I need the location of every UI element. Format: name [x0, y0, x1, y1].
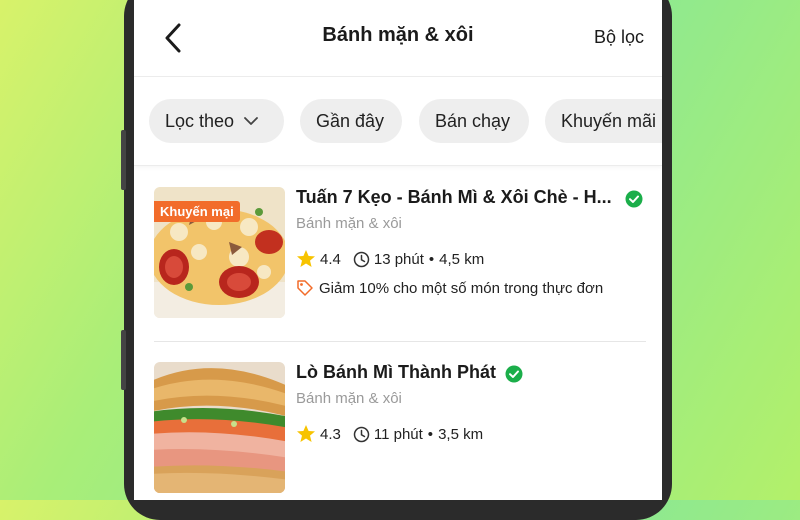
promotion-text-row: Giảm 10% cho một số món trong thực đơn [296, 279, 603, 297]
clock-icon [353, 251, 370, 268]
filter-chip-bar: Lọc theo Gần đây Bán chạy Khuyến mãi [134, 77, 662, 166]
restaurant-card[interactable]: Khuyến mại Tuấn 7 Kẹo - Bánh Mì & Xôi Ch… [154, 187, 644, 320]
chip-label: Bán chạy [435, 110, 511, 131]
restaurant-meta: 4.4 13 phút • 4,5 km [296, 249, 484, 269]
chip-label: Gần đây [316, 110, 385, 131]
restaurant-thumbnail: Khuyến mại [154, 187, 285, 318]
rating-value: 4.3 [320, 425, 341, 443]
restaurant-card[interactable]: Lò Bánh Mì Thành Phát Bánh mặn & xôi 4.3… [154, 362, 644, 495]
star-icon [296, 249, 316, 269]
distance: 3,5 km [438, 425, 484, 443]
restaurant-thumbnail [154, 362, 285, 493]
tag-icon [296, 279, 314, 297]
page-title: Bánh mặn & xôi [322, 24, 474, 46]
chip-sort-by[interactable]: Lọc theo [149, 99, 284, 143]
meta-separator: • [427, 425, 434, 443]
promotion-text: Giảm 10% cho một số món trong thực đơn [319, 279, 604, 297]
restaurant-name: Lò Bánh Mì Thành Phát [296, 362, 496, 382]
phone-side-button [121, 130, 126, 190]
meta-separator: • [428, 250, 435, 268]
chip-label: Lọc theo [165, 110, 235, 131]
verified-check-icon [505, 365, 523, 383]
chip-label: Khuyến mãi [561, 110, 657, 131]
card-divider [154, 341, 646, 342]
clock-icon [353, 426, 370, 443]
chip-promotion[interactable]: Khuyến mãi [545, 99, 662, 143]
restaurant-name: Tuấn 7 Kẹo - Bánh Mì & Xôi Chè - H... [296, 187, 612, 207]
rating-value: 4.4 [320, 250, 341, 268]
top-bar: Bánh mặn & xôi Bộ lọc [134, 0, 662, 77]
phone-side-button [121, 330, 126, 390]
chip-best-selling[interactable]: Bán chạy [419, 99, 529, 143]
chevron-down-icon [244, 116, 258, 126]
restaurant-meta: 4.3 11 phút • 3,5 km [296, 424, 483, 444]
delivery-time: 13 phút [373, 250, 424, 268]
filter-button[interactable]: Bộ lọc [594, 27, 644, 48]
app-screen: Bánh mặn & xôi Bộ lọc Lọc theo Gần đây B… [134, 0, 662, 500]
delivery-time: 11 phút [373, 425, 423, 443]
restaurant-category: Bánh mặn & xôi [296, 390, 402, 407]
star-icon [296, 424, 316, 444]
promotion-badge: Khuyến mại [154, 201, 240, 222]
restaurant-category: Bánh mặn & xôi [296, 215, 402, 232]
verified-check-icon [625, 190, 643, 208]
distance: 4,5 km [439, 250, 485, 268]
chip-nearby[interactable]: Gần đây [300, 99, 402, 143]
